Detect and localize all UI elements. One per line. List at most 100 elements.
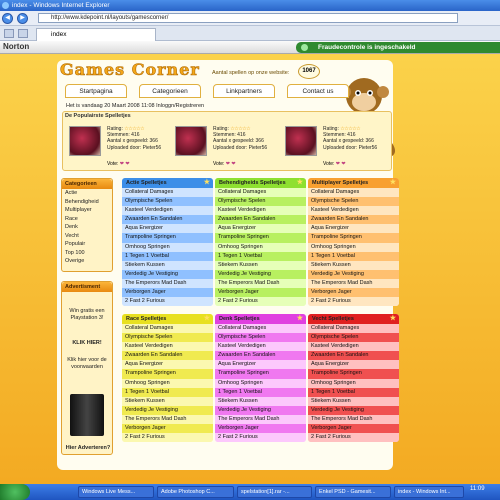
game-link[interactable]: 1 Tegen 1 Voetbal [308,251,399,261]
menu-categorieen[interactable]: Categorieen [139,84,201,98]
adv-click[interactable]: KLIK HIER! [62,340,112,347]
game-link[interactable]: Olympische Spelen [122,333,213,343]
game-link[interactable]: 2 Fast 2 Furious [215,433,306,443]
game-link[interactable]: Aqua Energizer [308,224,399,234]
thumb-up-icon[interactable]: ❤ [120,161,124,167]
game-link[interactable]: Omhoog Springen [122,242,213,252]
game-link[interactable]: Verborgen Jager [122,424,213,434]
site-logo[interactable]: Games Corner [60,60,200,80]
game-link[interactable]: Omhoog Springen [215,242,306,252]
game-link[interactable]: 1 Tegen 1 Voetbal [215,251,306,261]
game-link[interactable]: Collateral Damages [308,324,399,334]
game-link[interactable]: 2 Fast 2 Furious [122,297,213,307]
taskbar-item[interactable]: Enkel PSD - Gamesit... [315,486,391,498]
game-link[interactable]: Trampoline Springen [122,369,213,379]
game-link[interactable]: Collateral Damages [122,188,213,198]
game-thumbnail[interactable] [175,126,207,156]
taskbar-item[interactable]: Windows Live Mess... [78,486,154,498]
game-link[interactable]: Kasteel Verdedigen [215,342,306,352]
taskbar-item[interactable]: index - Windows Int... [394,486,464,498]
adv-more[interactable]: Klik hier voor de voorwaarden [62,357,112,371]
game-link[interactable]: 2 Fast 2 Furious [308,297,399,307]
game-link[interactable]: 1 Tegen 1 Voetbal [308,387,399,397]
game-link[interactable]: Stiekem Kussen [122,260,213,270]
vote-control[interactable]: Vote: ❤ ❤ [107,161,130,167]
game-link[interactable]: The Emperors Mad Dash [215,278,306,289]
game-link[interactable]: Aqua Energizer [215,360,306,370]
tab-index[interactable]: index [36,28,156,41]
game-link[interactable]: Verborgen Jager [308,288,399,298]
game-link[interactable]: Stiekem Kussen [308,260,399,270]
game-link[interactable]: Trampoline Springen [308,233,399,243]
game-link[interactable]: 1 Tegen 1 Voetbal [215,387,306,397]
game-link[interactable]: Zwaarden En Sandalen [215,215,306,225]
category-link[interactable]: Race [62,215,112,224]
game-link[interactable]: Trampoline Springen [215,369,306,379]
game-link[interactable]: Kasteel Verdedigen [122,206,213,216]
game-link[interactable]: Aqua Energizer [122,360,213,370]
game-link[interactable]: Omhoog Springen [215,378,306,388]
game-link[interactable]: Collateral Damages [308,188,399,198]
game-link[interactable]: Omhoog Springen [308,378,399,388]
game-link[interactable]: Stiekem Kussen [308,396,399,406]
game-link[interactable]: Olympische Spelen [308,197,399,207]
taskbar-item[interactable]: spelstation[1].rar -... [237,486,312,498]
game-link[interactable]: Verborgen Jager [122,288,213,298]
game-link[interactable]: 2 Fast 2 Furious [215,297,306,307]
game-link[interactable]: Kasteel Verdedigen [122,342,213,352]
game-link[interactable]: Trampoline Springen [215,233,306,243]
game-link[interactable]: Verborgen Jager [215,424,306,434]
menu-contact[interactable]: Contact us [287,84,349,98]
game-link[interactable]: Omhoog Springen [308,242,399,252]
game-link[interactable]: Aqua Energizer [215,224,306,234]
game-link[interactable]: Olympische Spelen [122,197,213,207]
game-link[interactable]: Omhoog Springen [122,378,213,388]
game-link[interactable]: Verdedig Je Vestiging [308,269,399,279]
game-link[interactable]: Stiekem Kussen [215,396,306,406]
vote-control[interactable]: Vote: ❤ ❤ [323,161,346,167]
game-link[interactable]: The Emperors Mad Dash [308,278,399,289]
category-link[interactable]: Populair [62,240,112,249]
popular-game[interactable]: Rating: ☆☆☆☆☆ Stemmen: 416 Aantal x gespee… [67,124,175,170]
game-link[interactable]: 2 Fast 2 Furious [122,433,213,443]
thumb-down-icon[interactable]: ❤ [125,161,129,167]
start-button[interactable] [0,484,30,500]
game-link[interactable]: Collateral Damages [215,188,306,198]
game-link[interactable]: Zwaarden En Sandalen [122,351,213,361]
game-link[interactable]: Aqua Energizer [122,224,213,234]
fraud-status[interactable]: Fraudecontrole is ingeschakeld [296,42,500,53]
game-link[interactable]: The Emperors Mad Dash [122,278,213,289]
game-link[interactable]: Zwaarden En Sandalen [308,351,399,361]
thumb-down-icon[interactable]: ❤ [231,161,235,167]
game-link[interactable]: The Emperors Mad Dash [308,414,399,425]
game-link[interactable]: Verborgen Jager [308,424,399,434]
game-thumbnail[interactable] [69,126,101,156]
category-link[interactable]: Denk [62,223,112,232]
game-link[interactable]: Olympische Spelen [215,333,306,343]
game-link[interactable]: Zwaarden En Sandalen [122,215,213,225]
game-link[interactable]: Kasteel Verdedigen [215,206,306,216]
game-link[interactable]: Verdedig Je Vestiging [122,269,213,279]
category-link[interactable]: Behendigheid [62,198,112,207]
game-link[interactable]: 1 Tegen 1 Voetbal [122,387,213,397]
game-link[interactable]: Olympische Spelen [215,197,306,207]
vote-control[interactable]: Vote: ❤ ❤ [213,161,236,167]
category-link[interactable]: Multiplayer [62,206,112,215]
game-link[interactable]: Zwaarden En Sandalen [308,215,399,225]
forward-button[interactable]: ▶ [17,13,28,24]
game-link[interactable]: Verborgen Jager [215,288,306,298]
game-thumbnail[interactable] [285,126,317,156]
favorites-star-icon[interactable] [4,29,14,38]
game-link[interactable]: 2 Fast 2 Furious [308,433,399,443]
url-input[interactable]: http://www.kdepoint.nl/layouts/gamescorn… [38,13,458,23]
game-link[interactable]: Kasteel Verdedigen [308,206,399,216]
thumb-up-icon[interactable]: ❤ [336,161,340,167]
game-link[interactable]: Stiekem Kussen [215,260,306,270]
popular-game[interactable]: Rating: ☆☆☆☆☆ Stemmen: 416 Aantal x gespee… [283,124,391,170]
thumb-up-icon[interactable]: ❤ [226,161,230,167]
game-link[interactable]: Verdedig Je Vestiging [308,405,399,415]
category-link[interactable]: Actie [62,189,112,198]
thumb-down-icon[interactable]: ❤ [341,161,345,167]
game-link[interactable]: Zwaarden En Sandalen [215,351,306,361]
menu-linkpartners[interactable]: Linkpartners [213,84,275,98]
